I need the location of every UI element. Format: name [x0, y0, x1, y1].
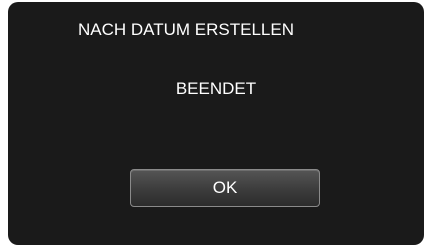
dialog-title: NACH DATUM ERSTELLEN [78, 20, 294, 39]
ok-button-label: OK [212, 178, 238, 197]
camera-lcd-screen: NACH DATUM ERSTELLEN BEENDET OK [8, 2, 424, 245]
ok-button[interactable]: OK [130, 169, 320, 207]
status-message: BEENDET [175, 79, 257, 98]
